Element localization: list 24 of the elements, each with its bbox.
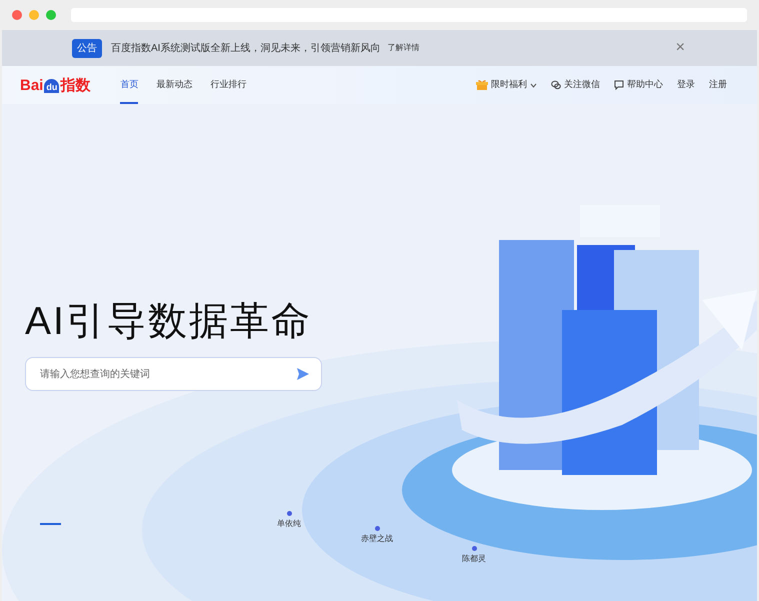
nav-link[interactable]: 关注微信 bbox=[551, 78, 600, 92]
close-window-icon[interactable] bbox=[12, 10, 22, 20]
promo-menu[interactable]: 限时福利 bbox=[476, 78, 537, 92]
logo[interactable]: Bai du 指数 bbox=[20, 78, 90, 92]
nav-tab[interactable]: 最新动态 bbox=[156, 66, 192, 104]
gift-icon bbox=[476, 79, 488, 91]
nav-link[interactable]: 注册 bbox=[709, 78, 727, 92]
keyword-label[interactable]: 陈都灵 bbox=[462, 553, 486, 565]
maximize-window-icon[interactable] bbox=[46, 10, 56, 20]
search-field[interactable]: 请输入您想查询的关键词 bbox=[25, 357, 322, 391]
message-icon bbox=[614, 80, 624, 90]
slide-indicator[interactable] bbox=[40, 523, 61, 525]
chat-icon bbox=[551, 80, 561, 90]
minimize-window-icon[interactable] bbox=[28, 10, 39, 20]
nav-link[interactable]: 登录 bbox=[677, 78, 695, 92]
announcement-text: 百度指数AI系统测试版全新上线，洞见未来，引领营销新风向 bbox=[111, 42, 380, 56]
keyword-label[interactable]: 单依纯 bbox=[277, 518, 301, 530]
keyword-label[interactable]: 赤壁之战 bbox=[361, 533, 393, 545]
details-link[interactable]: 了解详情 bbox=[387, 42, 420, 54]
announcement-badge: 公告 bbox=[72, 38, 102, 58]
nav-tab[interactable]: 行业排行 bbox=[210, 66, 246, 104]
nav-link[interactable]: 帮助中心 bbox=[614, 78, 663, 92]
chevron-down-icon bbox=[530, 82, 537, 88]
hero-title: AI引导数据革命 bbox=[25, 302, 313, 341]
